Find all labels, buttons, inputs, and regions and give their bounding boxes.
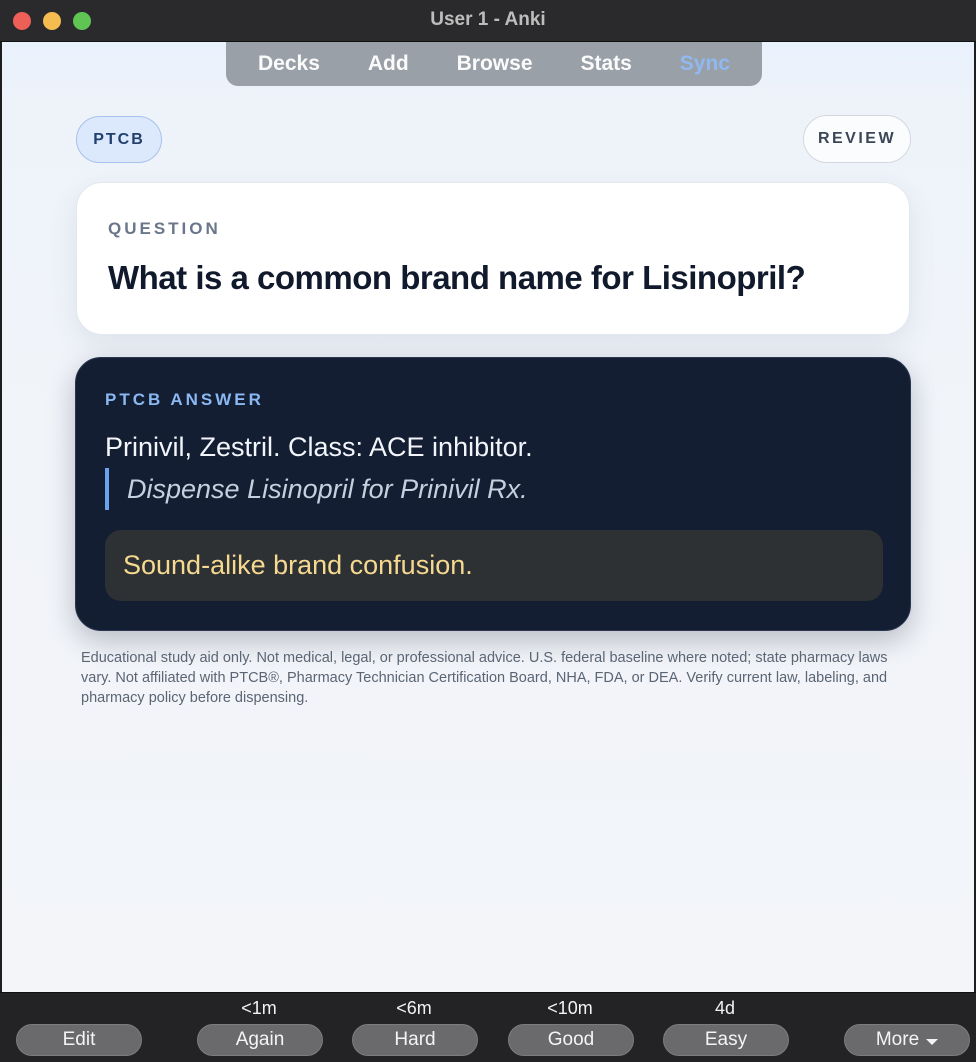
nav-add[interactable]: Add [368,52,409,76]
again-button[interactable]: Again [197,1024,323,1056]
question-label: QUESTION [108,219,221,238]
review-area: Decks Add Browse Stats Sync PTCB REVIEW … [2,42,974,992]
nav-decks[interactable]: Decks [258,52,320,76]
hard-interval: <6m [396,998,432,1018]
question-card: QUESTION What is a common brand name for… [76,182,910,335]
again-interval: <1m [241,998,277,1018]
nav-stats[interactable]: Stats [580,52,631,76]
nav-browse[interactable]: Browse [457,52,533,76]
title-bar: User 1 - Anki [0,0,976,42]
warning-text: Sound-alike brand confusion. [123,550,473,580]
top-nav: Decks Add Browse Stats Sync [226,42,762,86]
edit-button[interactable]: Edit [16,1024,142,1056]
window-title: User 1 - Anki [430,9,546,30]
easy-interval: 4d [714,998,736,1018]
answer-bar: <1m <6m <10m 4d Edit Again Hard Good Eas… [0,992,976,1062]
deck-badge: PTCB [76,116,162,163]
good-button[interactable]: Good [508,1024,634,1056]
more-label: More [875,1029,920,1050]
nav-sync[interactable]: Sync [680,52,730,76]
answer-label: PTCB ANSWER [105,390,264,409]
answer-text: Prinivil, Zestril. Class: ACE inhibitor. [105,432,533,462]
question-text: What is a common brand name for Lisinopr… [108,259,806,296]
warning-box: Sound-alike brand confusion. [105,530,883,601]
answer-card: PTCB ANSWER Prinivil, Zestril. Class: AC… [75,357,911,631]
mode-badge: REVIEW [803,115,911,163]
hard-button[interactable]: Hard [352,1024,478,1056]
more-button[interactable]: More [844,1024,970,1056]
caret-down-icon [926,1038,939,1045]
easy-button[interactable]: Easy [663,1024,789,1056]
disclaimer: Educational study aid only. Not medical,… [81,650,888,706]
answer-note: Dispense Lisinopril for Prinivil Rx. [105,468,528,510]
good-interval: <10m [547,998,593,1018]
